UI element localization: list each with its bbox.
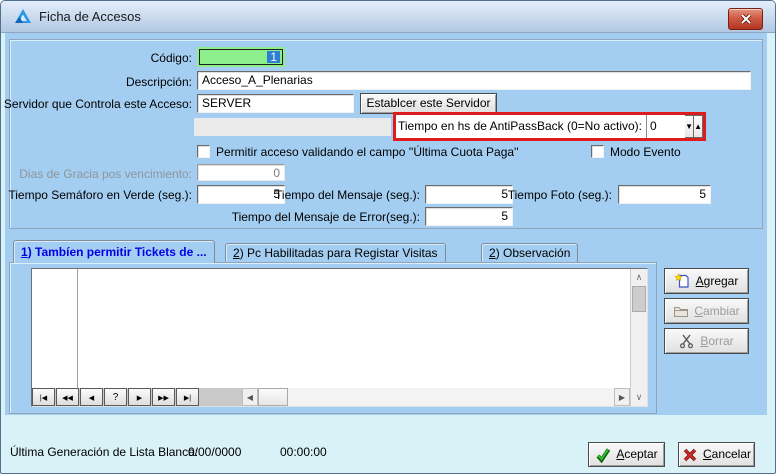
chevron-down-icon: ∨: [636, 392, 643, 403]
servidor-field[interactable]: SERVER: [197, 94, 354, 113]
grid-bottom-bar: |◀ ◀◀ ◀ ? ▶ ▶▶ ▶| ◀ ▶: [32, 388, 630, 406]
records-grid[interactable]: ∧ ∨ |◀ ◀◀ ◀ ? ▶ ▶▶ ▶| ◀ ▶: [31, 268, 648, 407]
scroll-up-button[interactable]: ∧: [631, 269, 647, 285]
nav-last-button[interactable]: ▶|: [176, 388, 199, 406]
arrow-right-icon: ▶: [619, 393, 625, 402]
nav-search-button[interactable]: ?: [104, 388, 127, 406]
disabled-field: [194, 118, 391, 136]
borrar-label: Borrar: [700, 335, 733, 348]
tab-pc-habilitadas[interactable]: 2) Pc Habilitadas para Registar Visitas: [225, 243, 446, 262]
navigator-spacer: [200, 388, 242, 406]
tab-tickets[interactable]: 1) Tambíen permitir Tickets de ...: [13, 240, 215, 263]
modo-evento-label: Modo Evento: [610, 145, 681, 160]
tab-pc-habilitadas-num: 2: [233, 246, 240, 260]
window-title: Ficha de Accesos: [39, 9, 141, 24]
nav-next-page-icon: ▶▶: [158, 394, 169, 402]
agregar-label: Agregar: [696, 275, 739, 288]
cuota-paga-checkbox[interactable]: [197, 145, 210, 158]
new-document-icon: [675, 273, 691, 289]
horizontal-scrollbar-track[interactable]: [288, 388, 614, 406]
nav-next-page-button[interactable]: ▶▶: [152, 388, 175, 406]
lista-blanca-label: Última Generación de Lista Blanca:: [10, 445, 198, 459]
tab-tickets-label: ) Tambíen permitir Tickets de ...: [28, 245, 207, 259]
semaforo-field[interactable]: 5: [197, 185, 285, 204]
chevron-up-icon: ∧: [636, 272, 643, 283]
borrar-button[interactable]: Borrar: [664, 328, 749, 354]
spin-down-button[interactable]: ▼: [685, 115, 694, 138]
aceptar-button[interactable]: Aceptar: [588, 442, 665, 467]
establecer-servidor-label: Establcer este Servidor: [366, 97, 490, 110]
cancelar-button[interactable]: Cancelar: [678, 442, 755, 467]
grid-column-divider: [77, 269, 78, 388]
nav-first-button[interactable]: |◀: [32, 388, 55, 406]
scroll-down-button[interactable]: ∨: [631, 389, 647, 405]
mensaje-label: Tiempo del Mensaje (seg.):: [275, 188, 420, 203]
check-icon: [595, 447, 611, 463]
lista-blanca-date: 0/00/0000: [188, 445, 241, 459]
foto-label: Tiempo Foto (seg.):: [508, 188, 612, 203]
hscroll-left-button[interactable]: ◀: [242, 388, 258, 406]
spin-up-icon: ▲: [694, 122, 702, 131]
nav-next-button[interactable]: ▶: [128, 388, 151, 406]
vertical-scrollbar-thumb[interactable]: [632, 286, 646, 312]
antipassback-label: Tiempo en hs de AntiPassBack (0=No activ…: [396, 115, 646, 138]
question-icon: ?: [113, 393, 119, 403]
close-button[interactable]: [728, 8, 763, 30]
scissors-icon: [679, 333, 695, 349]
title-bar[interactable]: Ficha de Accesos: [1, 1, 776, 33]
servidor-label: Servidor que Controla este Acceso:: [4, 97, 192, 112]
lista-blanca-time: 00:00:00: [280, 445, 327, 459]
tab-tickets-num: 1: [21, 245, 28, 259]
tab-observacion-num: 2: [489, 246, 496, 260]
codigo-selected-value: 1: [267, 51, 280, 63]
nav-prev-icon: ◀: [89, 394, 94, 402]
nav-prev-button[interactable]: ◀: [80, 388, 103, 406]
app-logo-icon: [14, 8, 32, 26]
nav-last-icon: ▶|: [184, 394, 191, 402]
cuota-paga-label: Permitir acceso validando el campo ''Últ…: [216, 145, 519, 160]
spin-down-icon: ▼: [685, 122, 693, 131]
cambiar-button[interactable]: Cambiar: [664, 298, 749, 324]
nav-prev-page-button[interactable]: ◀◀: [56, 388, 79, 406]
x-icon: [682, 447, 698, 463]
antipassback-field[interactable]: 0: [646, 115, 685, 138]
nav-prev-page-icon: ◀◀: [62, 394, 73, 402]
spin-up-button[interactable]: ▲: [694, 115, 703, 138]
dialog-ficha-de-accesos: Ficha de Accesos Código: 1 Descripción: …: [0, 0, 776, 474]
agregar-button[interactable]: Agregar: [664, 268, 749, 294]
descripcion-label: Descripción:: [126, 75, 192, 90]
mensaje-error-field[interactable]: 5: [425, 207, 513, 226]
arrow-left-icon: ◀: [247, 393, 253, 402]
nav-next-icon: ▶: [137, 394, 142, 402]
antipassback-highlight-box: Tiempo en hs de AntiPassBack (0=No activ…: [393, 112, 706, 141]
aceptar-label: Aceptar: [616, 448, 657, 461]
establecer-servidor-button[interactable]: Establcer este Servidor: [360, 93, 497, 114]
descripcion-field[interactable]: Acceso_A_Plenarias: [197, 71, 751, 90]
tab-pc-habilitadas-label: ) Pc Habilitadas para Registar Visitas: [240, 246, 438, 260]
codigo-label: Código:: [151, 51, 192, 66]
horizontal-scrollbar-thumb[interactable]: [258, 388, 288, 406]
mensaje-error-label: Tiempo del Mensaje de Error(seg.):: [232, 210, 420, 225]
nav-first-icon: |◀: [40, 394, 47, 402]
dias-gracia-field[interactable]: 0: [197, 164, 285, 181]
foto-field[interactable]: 5: [618, 185, 711, 204]
cambiar-label: Cambiar: [694, 305, 739, 318]
tab-observacion-label: ) Observación: [496, 246, 571, 260]
hscroll-right-button[interactable]: ▶: [614, 388, 630, 406]
dias-gracia-label: Dias de Gracia pos vencimiento:: [19, 167, 192, 182]
close-icon: [740, 14, 752, 24]
codigo-field[interactable]: 1: [197, 47, 285, 67]
cancelar-label: Cancelar: [703, 448, 751, 461]
semaforo-label: Tiempo Semáforo en Verde (seg.):: [8, 188, 192, 203]
folder-icon: [673, 303, 689, 319]
mensaje-field[interactable]: 5: [425, 185, 513, 204]
tab-observacion[interactable]: 2) Observación: [481, 243, 578, 262]
modo-evento-checkbox[interactable]: [591, 145, 604, 158]
vertical-scrollbar[interactable]: ∧ ∨: [630, 269, 647, 406]
